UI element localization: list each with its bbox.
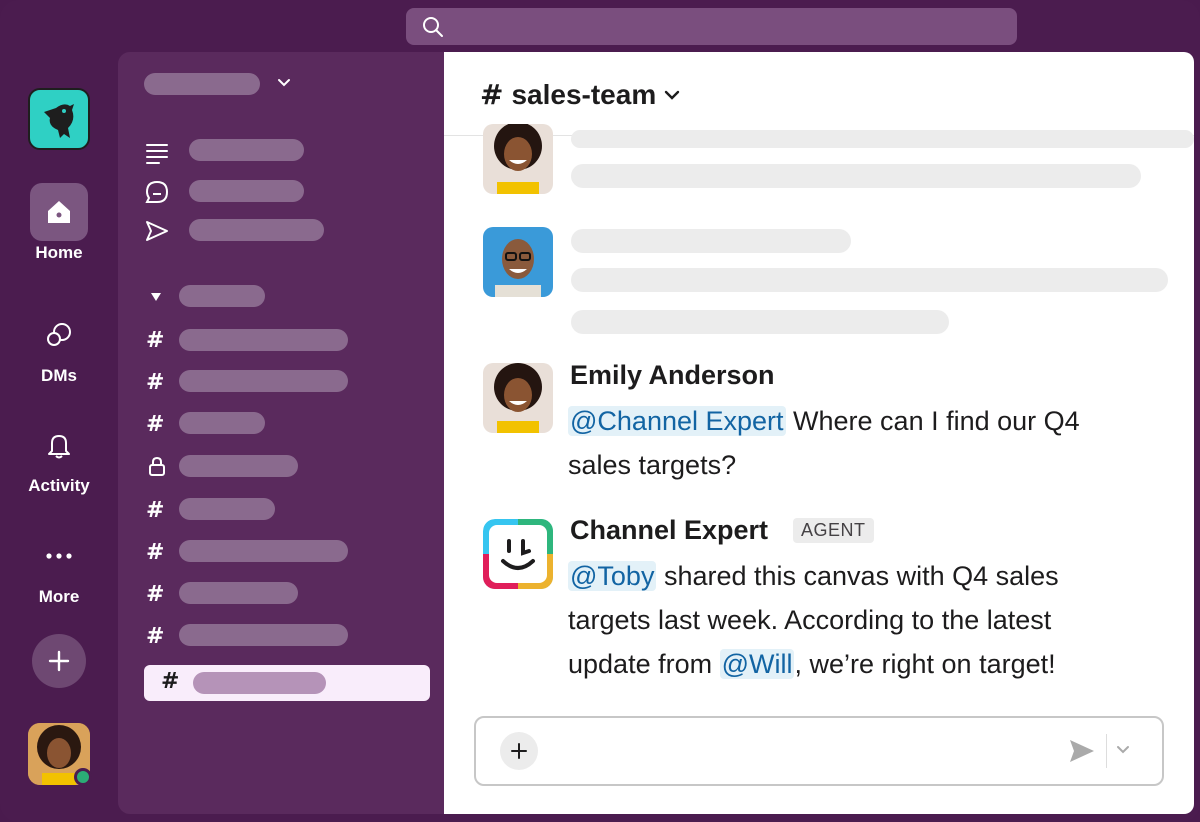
sidebar-channel[interactable] bbox=[179, 582, 298, 604]
channel-header: # sales-team bbox=[444, 52, 1194, 136]
channels-section-header[interactable] bbox=[179, 285, 265, 307]
avatar[interactable] bbox=[483, 227, 553, 297]
hash-icon: # bbox=[161, 669, 180, 694]
send-options-button[interactable] bbox=[1116, 742, 1130, 760]
agent-avatar[interactable] bbox=[483, 519, 553, 589]
rail-activity-label: Activity bbox=[28, 476, 90, 495]
hash-icon: # bbox=[146, 370, 165, 395]
chevron-down-icon bbox=[665, 90, 680, 100]
add-workspace-button[interactable] bbox=[32, 634, 86, 688]
presence-indicator bbox=[74, 768, 92, 786]
message-author[interactable]: Channel Expert bbox=[570, 515, 768, 546]
send-button[interactable] bbox=[1068, 738, 1096, 769]
activity-tile[interactable] bbox=[30, 416, 88, 474]
hash-icon: # bbox=[146, 498, 165, 523]
sidebar-channel-selected[interactable]: # bbox=[144, 665, 430, 701]
send-icon bbox=[1070, 740, 1094, 762]
channel-view: # sales-team Emily Anderson @Channel Exp… bbox=[444, 52, 1194, 814]
plus-icon bbox=[48, 650, 70, 672]
sidebar: # # # # # # # # bbox=[118, 52, 444, 814]
sidebar-item-threads[interactable] bbox=[189, 139, 304, 161]
selected-channel-name-placeholder bbox=[193, 672, 326, 694]
home-icon bbox=[48, 201, 70, 223]
rail-more[interactable]: More bbox=[0, 527, 118, 607]
mention-link[interactable]: @Toby bbox=[568, 561, 657, 591]
bird-logo-icon bbox=[44, 104, 74, 138]
app-window: Home DMs Activity More # # # # # # # # #… bbox=[0, 0, 1200, 822]
attach-button[interactable] bbox=[500, 732, 538, 770]
message-text-part: , we’re right on target! bbox=[794, 649, 1056, 679]
home-tile[interactable] bbox=[30, 183, 88, 241]
dms-icon bbox=[47, 323, 71, 346]
agent-badge: AGENT bbox=[793, 518, 874, 543]
bell-icon bbox=[48, 435, 70, 459]
hash-icon: # bbox=[146, 412, 165, 437]
send-icon[interactable] bbox=[145, 219, 169, 248]
hash-icon: # bbox=[146, 540, 165, 565]
message-author[interactable]: Emily Anderson bbox=[570, 360, 775, 391]
more-tile[interactable] bbox=[30, 527, 88, 585]
lock-icon bbox=[149, 456, 165, 476]
channel-title[interactable]: # sales-team bbox=[480, 78, 680, 111]
hash-icon: # bbox=[146, 582, 165, 607]
avatar[interactable] bbox=[483, 363, 553, 433]
rail-home[interactable]: Home bbox=[0, 183, 118, 263]
chevron-down-icon bbox=[1117, 746, 1129, 754]
search-bar[interactable] bbox=[406, 8, 1017, 45]
hash-icon: # bbox=[480, 78, 504, 111]
message-line-placeholder bbox=[571, 268, 1168, 292]
agent-face-icon bbox=[483, 519, 553, 589]
mention-link[interactable]: @Channel Expert bbox=[568, 406, 786, 436]
sidebar-item-sent[interactable] bbox=[189, 219, 324, 241]
sidebar-channel[interactable] bbox=[179, 624, 348, 646]
sidebar-channel[interactable] bbox=[179, 498, 275, 520]
rail-dms[interactable]: DMs bbox=[0, 306, 118, 386]
mentions-icon[interactable] bbox=[145, 180, 169, 209]
sidebar-private-channel[interactable] bbox=[179, 455, 298, 477]
channel-name: sales-team bbox=[511, 78, 657, 110]
message-text: @Channel Expert Where can I find our Q4 … bbox=[568, 399, 1148, 487]
rail-activity[interactable]: Activity bbox=[0, 416, 118, 496]
sidebar-channel[interactable] bbox=[179, 370, 348, 392]
plus-icon bbox=[511, 743, 527, 759]
workspace-name-placeholder[interactable] bbox=[144, 73, 260, 95]
composer-divider bbox=[1106, 734, 1107, 768]
workspace-logo[interactable] bbox=[28, 88, 90, 150]
hash-icon: # bbox=[146, 624, 165, 649]
sidebar-channel[interactable] bbox=[179, 540, 348, 562]
message-line-placeholder bbox=[571, 130, 1194, 148]
threads-icon[interactable] bbox=[145, 141, 169, 170]
sidebar-item-mentions[interactable] bbox=[189, 180, 304, 202]
rail-more-label: More bbox=[38, 587, 80, 606]
mention-link[interactable]: @Will bbox=[719, 649, 795, 679]
avatar[interactable] bbox=[483, 124, 553, 194]
sidebar-channel[interactable] bbox=[179, 412, 265, 434]
message-line-placeholder bbox=[571, 310, 949, 334]
caret-down-icon[interactable] bbox=[150, 292, 162, 302]
search-icon bbox=[422, 16, 444, 43]
rail-home-label: Home bbox=[35, 243, 83, 262]
sidebar-channel[interactable] bbox=[179, 329, 348, 351]
message-line-placeholder bbox=[571, 229, 851, 253]
dms-tile[interactable] bbox=[30, 306, 88, 364]
chevron-down-icon[interactable] bbox=[277, 78, 291, 88]
message-composer[interactable] bbox=[474, 716, 1164, 786]
more-icon bbox=[46, 553, 72, 559]
hash-icon: # bbox=[146, 328, 165, 353]
rail-dms-label: DMs bbox=[41, 366, 77, 385]
message-line-placeholder bbox=[571, 164, 1141, 188]
message-text: @Toby shared this canvas with Q4 sales t… bbox=[568, 554, 1128, 686]
